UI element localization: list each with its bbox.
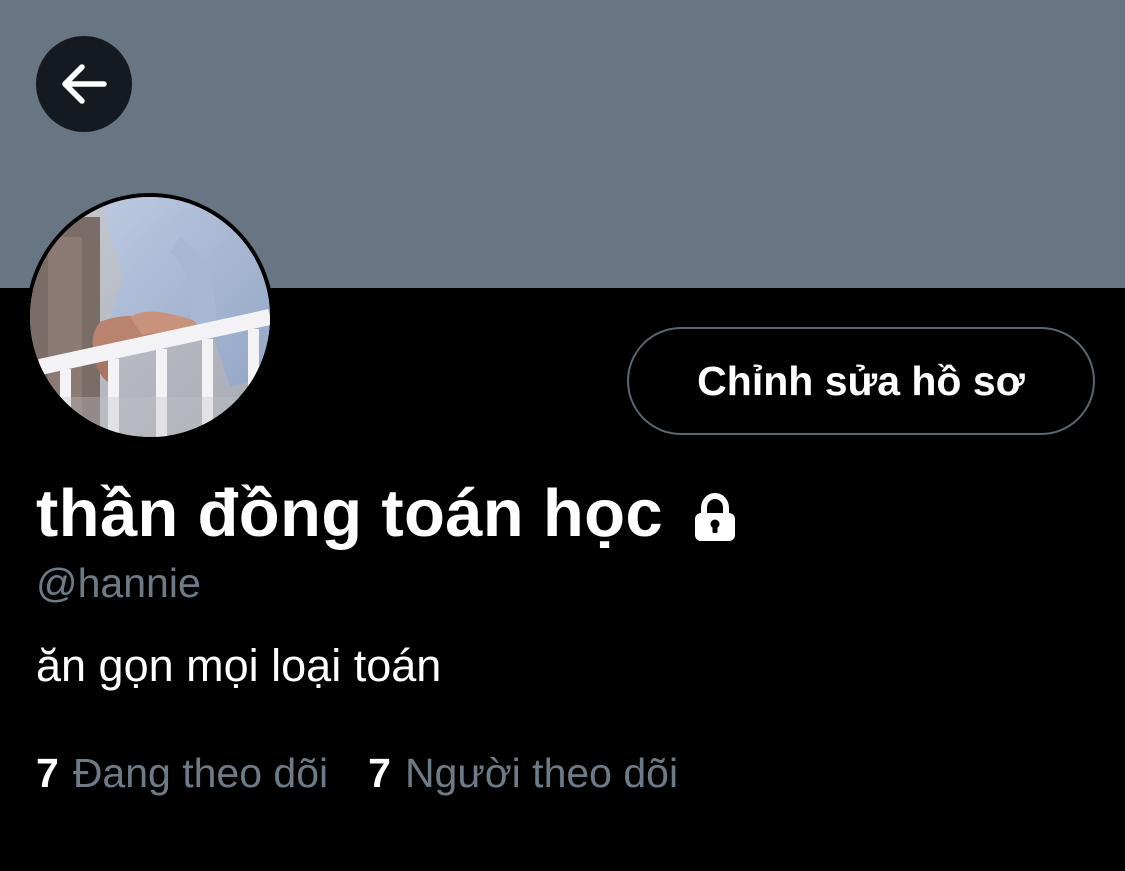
profile-bio: ăn gọn mọi loại toán <box>36 640 442 691</box>
profile-handle: @hannie <box>36 560 201 606</box>
followers-stat[interactable]: 7 Người theo dõi <box>368 750 678 797</box>
followers-label: Người theo dõi <box>404 750 679 796</box>
followers-count: 7 <box>368 750 391 796</box>
following-count: 7 <box>36 750 59 796</box>
display-name: thần đồng toán học <box>36 475 663 551</box>
lock-icon <box>694 492 735 541</box>
arrow-left-icon <box>62 64 107 104</box>
profile-stats: 7 Đang theo dõi 7 Người theo dõi <box>36 750 718 797</box>
avatar[interactable] <box>26 193 274 441</box>
avatar-photo <box>30 197 270 437</box>
following-stat[interactable]: 7 Đang theo dõi <box>36 750 328 797</box>
following-label: Đang theo dõi <box>72 750 329 796</box>
back-button[interactable] <box>36 36 132 132</box>
edit-profile-button[interactable]: Chỉnh sửa hồ sơ <box>627 327 1095 435</box>
display-name-row: thần đồng toán học <box>36 470 741 556</box>
